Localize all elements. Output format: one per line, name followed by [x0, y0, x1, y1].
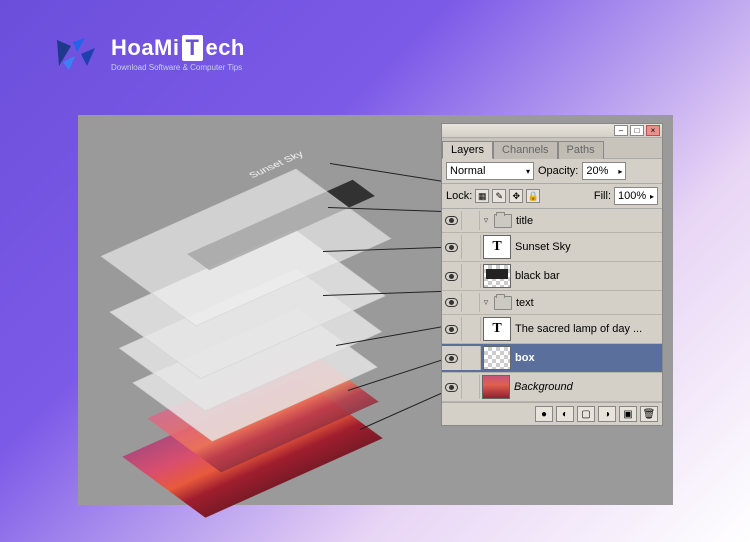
lock-transparency-button[interactable]: ▦	[475, 189, 489, 203]
link-slot[interactable]	[462, 235, 481, 259]
visibility-toggle[interactable]	[442, 317, 462, 341]
screenshot-container: Sunset Sky – □ × Layers Channels Paths N…	[78, 115, 673, 505]
opacity-label: Opacity:	[538, 165, 578, 177]
folder-icon	[494, 296, 512, 310]
blend-mode-select[interactable]: Normal ▾	[446, 162, 534, 180]
panel-tabs: Layers Channels Paths	[442, 138, 662, 159]
logo-text: HoaMiTech	[111, 35, 245, 61]
disclosure-triangle-icon[interactable]: ▿	[480, 297, 492, 308]
layer-label: box	[515, 352, 662, 364]
visibility-toggle[interactable]	[442, 211, 462, 230]
layer-box[interactable]: box	[442, 344, 662, 373]
layer-label: title	[516, 215, 662, 227]
lock-all-button[interactable]: 🔒	[526, 189, 540, 203]
eye-icon	[445, 298, 458, 307]
visibility-toggle[interactable]	[442, 346, 462, 370]
disclosure-triangle-icon[interactable]: ▿	[480, 215, 492, 226]
layers-panel: – □ × Layers Channels Paths Normal ▾ Opa…	[441, 123, 663, 426]
layer-thumbnail	[483, 264, 511, 288]
folder-icon	[494, 214, 512, 228]
layer-label: Sunset Sky	[515, 241, 662, 253]
text-layer-thumb: T	[483, 235, 511, 259]
chevron-down-icon: ▾	[526, 167, 530, 176]
close-button[interactable]: ×	[646, 125, 660, 136]
layer-label: The sacred lamp of day ...	[515, 323, 662, 335]
new-layer-button[interactable]: ▣	[619, 406, 637, 422]
layer-label: text	[516, 297, 662, 309]
panel-footer: ● ◐ ▢ ◑ ▣ 🗑	[442, 402, 662, 425]
fill-input[interactable]: 100% ▸	[614, 187, 658, 205]
minimize-button[interactable]: –	[614, 125, 628, 136]
layer-group-title[interactable]: ▿ title	[442, 209, 662, 233]
link-slot[interactable]	[462, 346, 481, 370]
eye-icon	[445, 383, 458, 392]
layer-black-bar[interactable]: black bar	[442, 262, 662, 291]
layer-mask-button[interactable]: ◐	[556, 406, 574, 422]
site-logo: HoaMiTech Download Software & Computer T…	[55, 35, 245, 72]
link-slot[interactable]	[462, 211, 480, 230]
new-group-button[interactable]: ▢	[577, 406, 595, 422]
visibility-toggle[interactable]	[442, 235, 462, 259]
link-slot[interactable]	[462, 293, 480, 312]
maximize-button[interactable]: □	[630, 125, 644, 136]
text-layer-thumb: T	[483, 317, 511, 341]
opacity-input[interactable]: 20% ▸	[582, 162, 626, 180]
fill-label: Fill:	[594, 190, 611, 202]
blend-opacity-row: Normal ▾ Opacity: 20% ▸	[442, 159, 662, 184]
layer-label: Background	[514, 381, 662, 393]
layer-thumbnail	[483, 346, 511, 370]
lock-fill-row: Lock: ▦ ✎ ✥ 🔒 Fill: 100% ▸	[442, 184, 662, 209]
lock-pixels-button[interactable]: ✎	[492, 189, 506, 203]
link-slot[interactable]	[462, 317, 481, 341]
layer-style-button[interactable]: ●	[535, 406, 553, 422]
eye-icon	[445, 354, 458, 363]
layer-sunset-sky[interactable]: T Sunset Sky	[442, 233, 662, 262]
tab-channels[interactable]: Channels	[493, 141, 557, 159]
layers-list: ▿ title T Sunset Sky black bar ▿	[442, 209, 662, 402]
logo-tagline: Download Software & Computer Tips	[111, 63, 245, 72]
eye-icon	[445, 243, 458, 252]
lock-position-button[interactable]: ✥	[509, 189, 523, 203]
adjustment-layer-button[interactable]: ◑	[598, 406, 616, 422]
layer-group-text[interactable]: ▿ text	[442, 291, 662, 315]
panel-titlebar: – □ ×	[442, 124, 662, 138]
logo-mark-icon	[55, 36, 105, 72]
visibility-toggle[interactable]	[442, 293, 462, 312]
link-slot[interactable]	[462, 264, 481, 288]
chevron-right-icon: ▸	[650, 192, 654, 201]
visibility-toggle[interactable]	[442, 375, 462, 399]
lock-label: Lock:	[446, 190, 472, 202]
eye-icon	[445, 216, 458, 225]
layer-thumbnail	[482, 375, 510, 399]
chevron-right-icon: ▸	[618, 167, 622, 176]
layer-background[interactable]: Background	[442, 373, 662, 402]
visibility-toggle[interactable]	[442, 264, 462, 288]
delete-layer-button[interactable]: 🗑	[640, 406, 658, 422]
eye-icon	[445, 272, 458, 281]
layer-label: black bar	[515, 270, 662, 282]
tab-paths[interactable]: Paths	[558, 141, 604, 159]
link-slot[interactable]	[462, 375, 480, 399]
tab-layers[interactable]: Layers	[442, 141, 493, 159]
layer-sacred-lamp[interactable]: T The sacred lamp of day ...	[442, 315, 662, 344]
eye-icon	[445, 325, 458, 334]
